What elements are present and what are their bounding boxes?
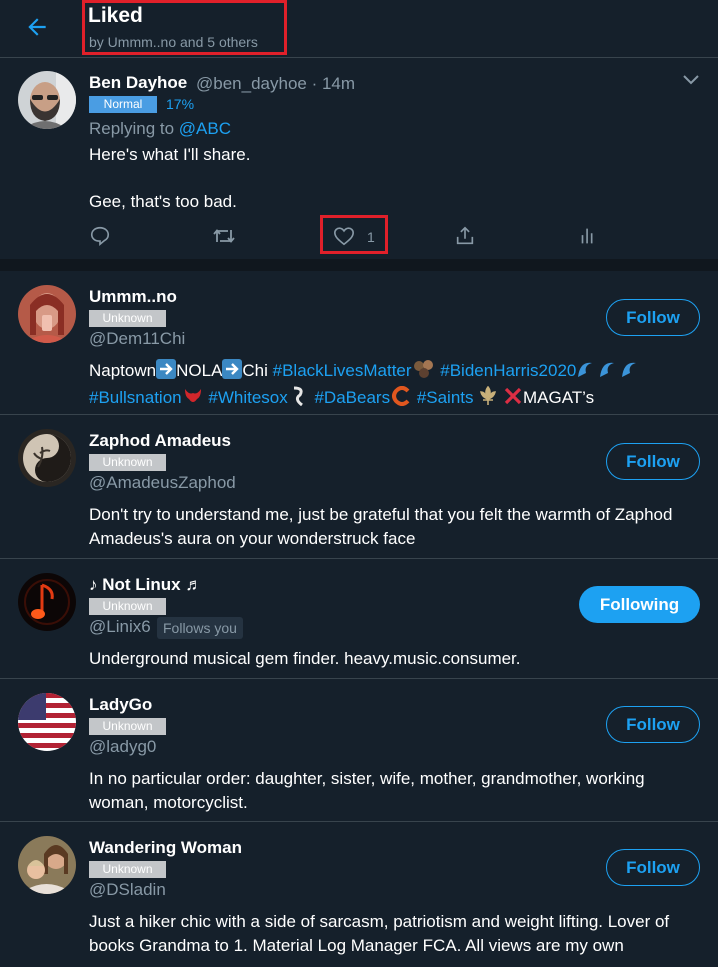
status-badge: Unknown — [89, 598, 166, 615]
bio-text: Chi — [242, 361, 273, 380]
replying-prefix: Replying to — [89, 119, 179, 138]
follow-button[interactable]: Follow — [606, 299, 700, 336]
hashtag-link[interactable]: #Bullsnation — [89, 388, 182, 407]
bull-emoji-icon — [182, 386, 204, 413]
avatar[interactable] — [18, 285, 76, 343]
replying-mention-link[interactable]: @ABC — [179, 119, 231, 138]
page-title: Liked — [88, 4, 143, 27]
avatar[interactable] — [18, 693, 76, 751]
avatar[interactable] — [18, 429, 76, 487]
status-badge: Unknown — [89, 310, 166, 327]
tweet-text-line: Here's what I'll share. — [89, 145, 251, 164]
user-handle[interactable]: @DSladin — [89, 880, 166, 900]
user-bio: In no particular order: daughter, sister… — [89, 769, 645, 812]
follow-button[interactable]: Follow — [606, 849, 700, 886]
author-name[interactable]: Ben Dayhoe — [89, 73, 187, 93]
retweet-icon[interactable] — [212, 225, 236, 247]
user-row[interactable]: Zaphod Amadeus Unknown @AmadeusZaphod Fo… — [0, 415, 718, 559]
user-row[interactable]: LadyGo Unknown @ladyg0 Follow In no part… — [0, 679, 718, 822]
user-handle[interactable]: @Linix6 — [89, 617, 151, 637]
user-handle[interactable]: @AmadeusZaphod — [89, 473, 236, 493]
bio-text: NOLA — [176, 361, 223, 380]
bio-text: Naptown — [89, 361, 157, 380]
status-badge: Unknown — [89, 861, 166, 878]
hashtag-link[interactable]: #BidenHarris2020 — [440, 361, 576, 380]
bio-text: MAGAT’s — [522, 388, 595, 407]
share-icon[interactable] — [454, 225, 476, 247]
user-row[interactable]: Wandering Woman Unknown @DSladin Follow … — [0, 822, 718, 967]
hashtag-link[interactable]: #BlackLivesMatter — [273, 361, 412, 380]
tweet[interactable]: Ben Dayhoe @ben_dayhoe · 14m Normal 17% … — [0, 59, 718, 259]
reply-icon[interactable] — [89, 225, 111, 247]
follow-button[interactable]: Follow — [606, 706, 700, 743]
chevron-down-icon[interactable] — [682, 73, 700, 87]
hashtag-link[interactable]: #Whitesox — [208, 388, 287, 407]
user-name[interactable]: ♪ Not Linux ♬ — [89, 575, 202, 595]
section-divider — [0, 259, 718, 271]
arrow-right-emoji-icon — [156, 359, 177, 386]
sox-logo-icon — [288, 386, 310, 413]
status-badge: Normal — [89, 96, 157, 113]
avatar[interactable] — [18, 836, 76, 894]
user-handle[interactable]: @ladyg0 — [89, 737, 156, 757]
user-name[interactable]: Ummm..no — [89, 287, 177, 307]
follow-button[interactable]: Follow — [606, 443, 700, 480]
like-count: 1 — [367, 229, 375, 245]
raised-fists-emoji-icon — [412, 359, 436, 386]
analytics-icon[interactable] — [577, 225, 599, 247]
percent-label: 17% — [166, 96, 195, 112]
tweet-text-line: Gee, that's too bad. — [89, 192, 237, 211]
fleur-de-lis-icon — [478, 385, 498, 413]
user-bio: Just a hiker chic with a side of sarcasm… — [89, 912, 670, 955]
header: Liked by Ummm..no and 5 others — [0, 0, 718, 58]
avatar[interactable] — [18, 71, 76, 129]
avatar[interactable] — [18, 573, 76, 631]
user-name[interactable]: Wandering Woman — [89, 838, 242, 858]
wave-emoji-icon — [576, 359, 646, 386]
status-badge: Unknown — [89, 718, 166, 735]
bears-logo-icon — [390, 386, 412, 413]
cross-mark-icon — [503, 386, 523, 413]
user-row[interactable]: Ummm..no Unknown @Dem11Chi Follow Naptow… — [0, 271, 718, 415]
hashtag-link[interactable]: #DaBears — [314, 388, 390, 407]
replying-to: Replying to @ABC — [89, 119, 231, 139]
user-bio: Don't try to understand me, just be grat… — [89, 505, 673, 548]
user-name[interactable]: Zaphod Amadeus — [89, 431, 231, 451]
page-subtitle: by Ummm..no and 5 others — [89, 34, 258, 50]
user-row[interactable]: ♪ Not Linux ♬ Unknown @Linix6 Follows yo… — [0, 559, 718, 679]
arrow-right-emoji-icon — [222, 359, 243, 386]
author-handle-time[interactable]: @ben_dayhoe · 14m — [196, 74, 355, 94]
follows-you-badge: Follows you — [157, 617, 243, 639]
back-arrow-icon[interactable] — [24, 14, 50, 40]
user-bio: Underground musical gem finder. heavy.mu… — [89, 649, 521, 668]
following-button[interactable]: Following — [579, 586, 700, 623]
hashtag-link[interactable]: #Saints — [417, 388, 474, 407]
like-icon[interactable] — [333, 225, 355, 247]
user-bio: Naptown NOLA Chi #BlackLivesMatter #BidenH… — [89, 359, 704, 413]
status-badge: Unknown — [89, 454, 166, 471]
user-handle[interactable]: @Dem11Chi — [89, 329, 185, 349]
user-name[interactable]: LadyGo — [89, 695, 152, 715]
